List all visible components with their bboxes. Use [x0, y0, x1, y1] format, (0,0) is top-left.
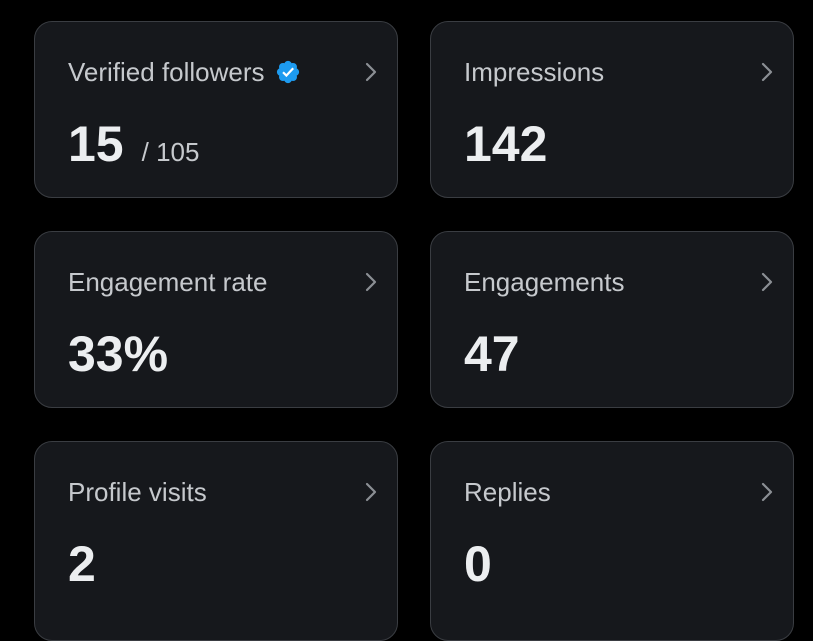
metric-value: 47 [464, 326, 520, 382]
chevron-right-icon [365, 482, 377, 502]
metric-label: Profile visits [68, 477, 207, 507]
metric-label-row: Engagement rate [68, 266, 267, 298]
metric-value-row: 15 / 105 [68, 114, 199, 182]
metric-label-row: Verified followers [68, 56, 301, 88]
metric-value: 15 [68, 116, 124, 172]
metric-value: 2 [68, 536, 96, 592]
metric-label-row: Impressions [464, 56, 604, 88]
chevron-right-icon [761, 272, 773, 292]
metric-label: Impressions [464, 57, 605, 87]
metric-label-row: Engagements [464, 266, 624, 298]
metric-card-engagements[interactable]: Engagements 47 [430, 231, 794, 408]
metric-value: 33% [68, 326, 169, 382]
chevron-right-icon [365, 62, 377, 82]
metric-value-row: 33% [68, 324, 168, 384]
verified-badge-icon [276, 60, 299, 84]
metric-label: Verified followers [68, 57, 265, 87]
chevron-right-icon [761, 62, 773, 82]
chevron-right-icon [761, 482, 773, 502]
metric-value-row: 47 [464, 324, 520, 384]
chevron-right-icon [365, 272, 377, 292]
metric-label: Engagements [464, 267, 625, 297]
metric-card-verified-followers[interactable]: Verified followers 15 / 105 [34, 21, 398, 198]
metric-card-impressions[interactable]: Impressions 142 [430, 21, 794, 198]
metric-label-row: Replies [464, 476, 551, 508]
metric-value: 142 [464, 116, 548, 172]
metric-label: Engagement rate [68, 267, 268, 297]
metric-value-row: 0 [464, 534, 492, 594]
metric-card-engagement-rate[interactable]: Engagement rate 33% [34, 231, 398, 408]
metric-total: / 105 [141, 137, 200, 167]
metric-label-row: Profile visits [68, 476, 207, 508]
metric-label: Replies [464, 477, 551, 507]
metric-value-row: 2 [68, 534, 96, 594]
metric-card-replies[interactable]: Replies 0 [430, 441, 794, 641]
metric-value: 0 [464, 536, 492, 592]
metric-value-row: 142 [464, 114, 547, 174]
metric-card-profile-visits[interactable]: Profile visits 2 [34, 441, 398, 641]
